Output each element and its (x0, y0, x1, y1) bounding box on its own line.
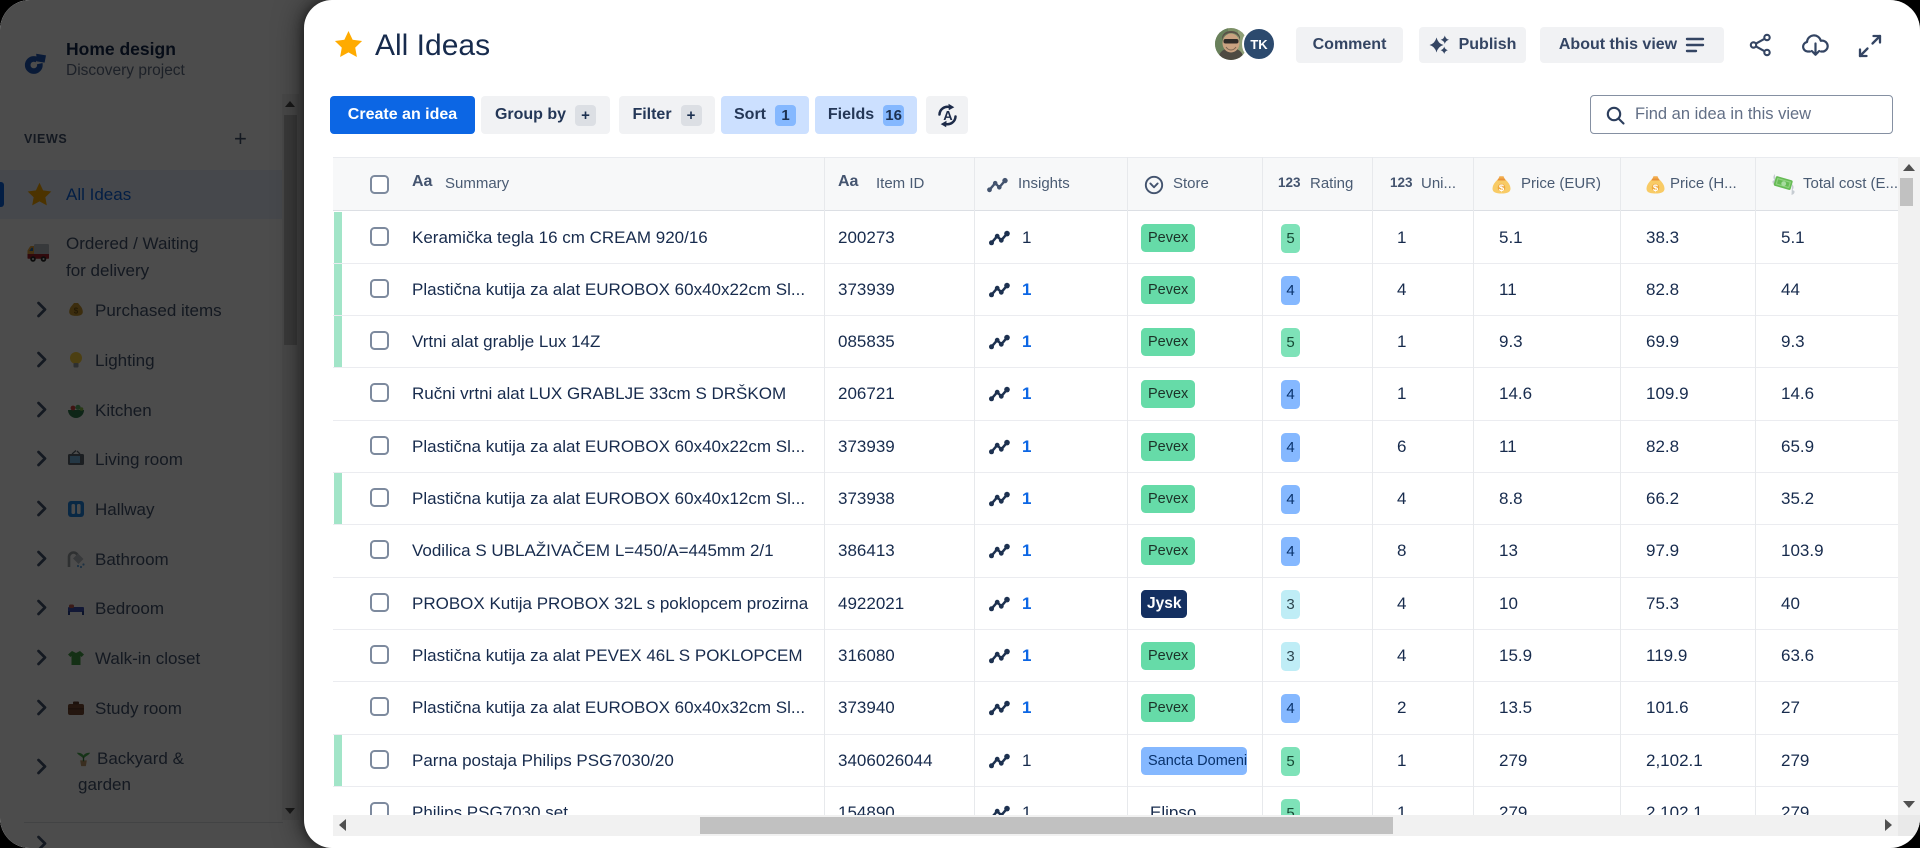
svg-text:$: $ (1653, 183, 1659, 194)
svg-text:A: A (943, 108, 953, 123)
svg-text:$: $ (1499, 183, 1505, 194)
